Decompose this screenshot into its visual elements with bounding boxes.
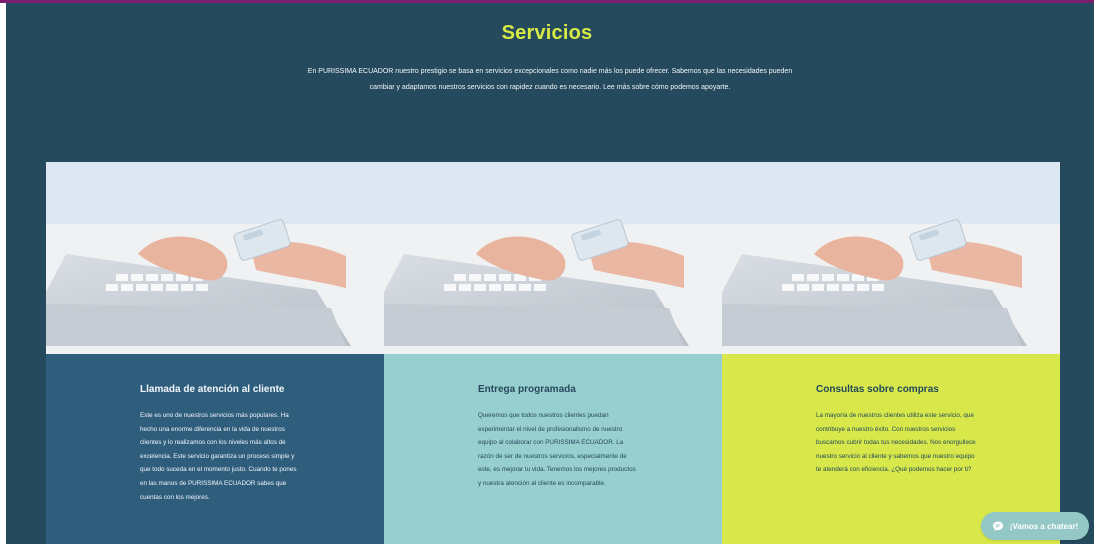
service-card-purchase-inquiries: Consultas sobre compras La mayoría de nu… — [722, 162, 1060, 544]
chat-button[interactable]: ¡Vamos a chatear! — [981, 512, 1089, 540]
section-intro: En PURISSIMA ECUADOR nuestro prestigio s… — [307, 68, 793, 91]
service-card-scheduled-delivery: Entrega programada Queremos que todos nu… — [384, 162, 722, 544]
service-card-customer-call: Llamada de atención al cliente Este es u… — [46, 162, 384, 544]
chat-bubble-icon — [992, 521, 1003, 531]
service-title: Entrega programada — [478, 384, 576, 395]
laptop-payment-photo — [384, 162, 722, 354]
service-title: Llamada de atención al cliente — [140, 384, 285, 395]
service-title: Consultas sobre compras — [816, 384, 939, 395]
left-edge-strip — [0, 3, 6, 544]
service-image — [384, 162, 722, 354]
service-description: La mayoría de nuestros clientes utiliza … — [816, 412, 976, 474]
service-card-body: Entrega programada Queremos que todos nu… — [384, 354, 722, 544]
laptop-payment-photo — [46, 162, 384, 354]
service-description: Queremos que todos nuestros clientes pue… — [478, 412, 636, 487]
service-image — [722, 162, 1060, 354]
service-image — [46, 162, 384, 354]
service-card-body: Llamada de atención al cliente Este es u… — [46, 354, 384, 544]
services-cards: Llamada de atención al cliente Este es u… — [46, 162, 1060, 544]
services-page: Servicios En PURISSIMA ECUADOR nuestro p… — [0, 0, 1094, 544]
top-accent-bar — [0, 0, 1094, 3]
chat-button-label: ¡Vamos a chatear! — [1009, 521, 1079, 531]
section-title: Servicios — [501, 22, 593, 44]
service-description: Este es uno de nuestros servicios más po… — [140, 412, 297, 501]
laptop-payment-photo — [722, 162, 1060, 354]
